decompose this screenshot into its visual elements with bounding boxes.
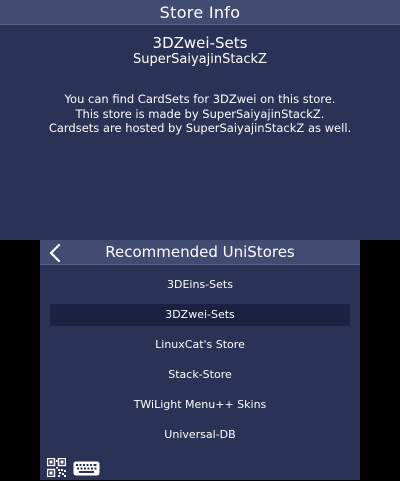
description-line: You can find CardSets for 3DZwei on this… bbox=[64, 92, 336, 106]
top-header-bar: Store Info bbox=[0, 0, 400, 25]
store-list-item[interactable]: Stack-Store bbox=[50, 364, 350, 386]
recommended-unistores-title: Recommended UniStores bbox=[105, 243, 295, 261]
dual-screen: Store Info 3DZwei-Sets SuperSaiyajinStac… bbox=[0, 0, 400, 480]
store-list-item-selected[interactable]: 3DZwei-Sets bbox=[50, 304, 350, 326]
keyboard-button[interactable] bbox=[73, 461, 100, 476]
description-line: Cardsets are hosted by SuperSaiyajinStac… bbox=[48, 121, 352, 135]
store-info-title: Store Info bbox=[159, 3, 241, 22]
bottom-screen: Recommended UniStores 3DEins-Sets 3DZwei… bbox=[40, 240, 360, 480]
qr-code-button[interactable] bbox=[46, 457, 67, 478]
store-name: 3DZwei-Sets bbox=[152, 34, 248, 52]
back-button[interactable] bbox=[44, 240, 66, 265]
bottom-header-bar: Recommended UniStores bbox=[40, 240, 360, 265]
chevron-left-icon bbox=[49, 244, 61, 262]
keyboard-icon bbox=[73, 461, 100, 476]
store-author: SuperSaiyajinStackZ bbox=[133, 52, 267, 67]
bottom-toolbar bbox=[40, 456, 360, 480]
top-screen: Store Info 3DZwei-Sets SuperSaiyajinStac… bbox=[0, 0, 400, 240]
store-description: You can find CardSets for 3DZwei on this… bbox=[0, 92, 400, 136]
store-list-item[interactable]: LinuxCat's Store bbox=[50, 334, 350, 356]
store-list-item[interactable]: TWiLight Menu++ Skins bbox=[50, 394, 350, 416]
store-list-item[interactable]: 3DEins-Sets bbox=[50, 274, 350, 296]
store-list-item[interactable]: Universal-DB bbox=[50, 424, 350, 446]
qr-code-icon bbox=[46, 457, 67, 478]
description-line: This store is made by SuperSaiyajinStack… bbox=[75, 106, 325, 121]
